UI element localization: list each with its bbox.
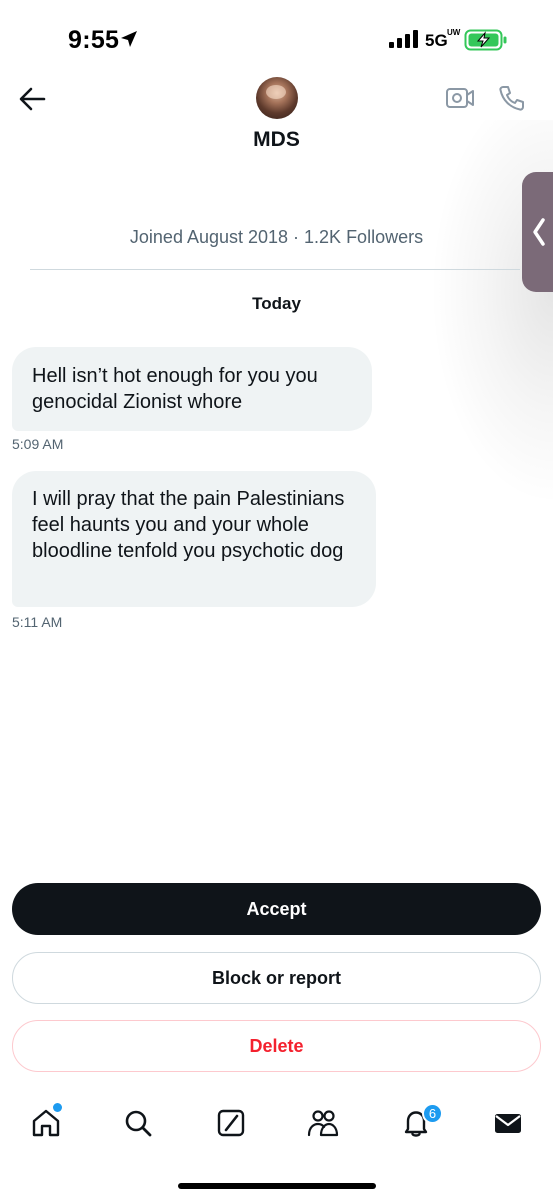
message-time: 5:11 AM <box>12 614 63 630</box>
back-arrow-icon[interactable] <box>18 86 46 117</box>
phone-call-icon[interactable] <box>498 84 526 117</box>
status-time: 9:55 <box>68 26 120 54</box>
block-or-report-button[interactable]: Block or report <box>12 952 541 1004</box>
avatar[interactable] <box>256 77 298 119</box>
accept-button[interactable]: Accept <box>12 883 541 935</box>
avatar-highlight <box>266 85 286 99</box>
battery-charging-icon <box>464 28 508 57</box>
location-arrow-icon <box>120 30 138 53</box>
divider <box>30 269 520 270</box>
search-icon[interactable] <box>121 1106 155 1140</box>
message-bubble[interactable]: Hell isn’t hot enough for you you genoci… <box>12 347 372 431</box>
home-unread-dot <box>53 1103 62 1112</box>
network-label: 5G <box>425 31 448 50</box>
message-time: 5:09 AM <box>12 436 64 452</box>
signal-bars-icon <box>389 30 419 53</box>
notification-count-badge: 6 <box>422 1103 443 1124</box>
contact-name[interactable]: MDS <box>0 128 553 152</box>
message-bubble[interactable]: I will pray that the pain Palestinians f… <box>12 471 376 607</box>
home-indicator <box>178 1183 376 1189</box>
network-sublabel: UW <box>447 28 461 37</box>
profile-meta: Joined August 2018 · 1.2K Followers <box>129 227 424 247</box>
communities-icon[interactable] <box>306 1106 340 1140</box>
date-label: Today <box>252 294 301 313</box>
delete-button[interactable]: Delete <box>12 1020 541 1072</box>
bottom-nav <box>0 1100 553 1150</box>
messages-icon[interactable] <box>491 1106 525 1140</box>
video-call-icon[interactable] <box>445 85 475 116</box>
compose-icon[interactable] <box>214 1106 248 1140</box>
status-bar: 9:55 5G UW <box>0 0 553 80</box>
